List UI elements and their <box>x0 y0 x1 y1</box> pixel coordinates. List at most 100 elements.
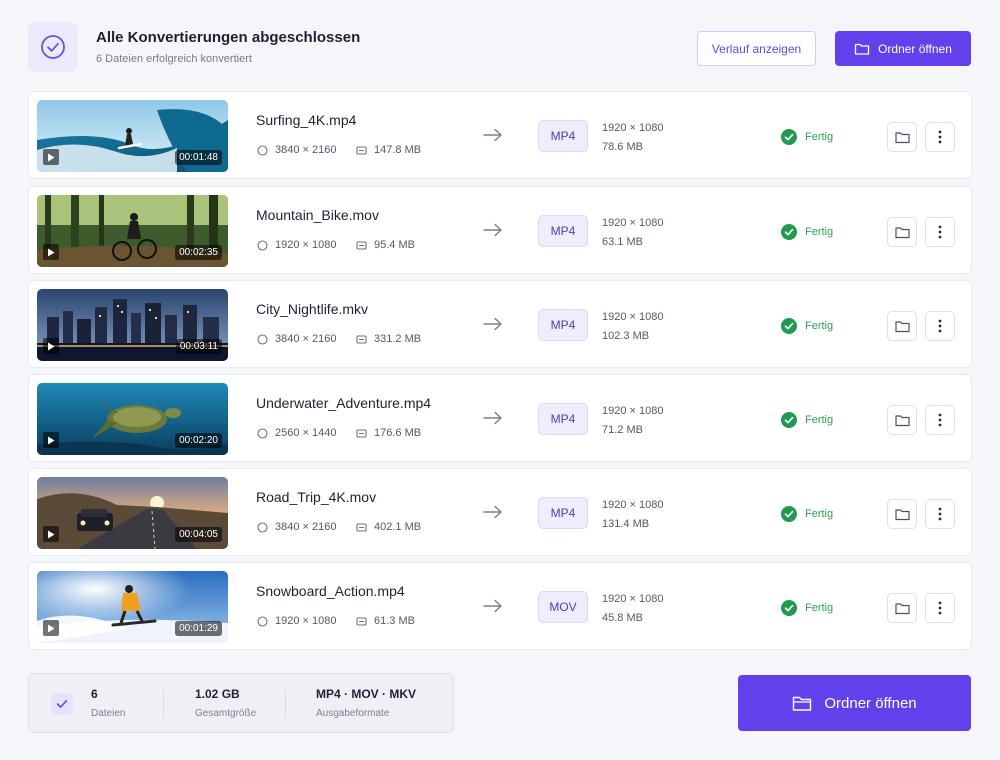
drive-icon <box>356 145 367 155</box>
circle-icon <box>257 521 268 533</box>
check-circle-icon <box>781 506 797 522</box>
open-file-folder-button[interactable] <box>887 499 917 529</box>
play-button[interactable] <box>43 244 59 260</box>
source-resolution: 3840 × 2160 <box>257 521 336 533</box>
source-resolution: 3840 × 2160 <box>257 333 336 345</box>
more-options-button[interactable] <box>925 311 955 341</box>
folder-icon <box>854 43 870 55</box>
play-icon <box>48 624 55 632</box>
more-options-button[interactable] <box>925 405 955 435</box>
output-resolution: 1920 × 1080 <box>602 593 664 605</box>
source-resolution-value: 1920 × 1080 <box>275 239 337 251</box>
file-name: Snowboard_Action.mp4 <box>256 583 405 599</box>
video-thumbnail[interactable]: 00:02:35 <box>37 195 228 267</box>
summary-formats: MP4 · MOV · MKV Ausgabeformate <box>316 687 416 719</box>
drive-icon <box>356 428 367 438</box>
total-size-label: Gesamtgröße <box>195 708 257 719</box>
play-icon <box>48 530 55 538</box>
more-options-button[interactable] <box>925 122 955 152</box>
check-circle-icon <box>41 35 65 59</box>
video-thumbnail[interactable]: 00:01:48 <box>37 100 228 172</box>
source-size: 331.2 MB <box>356 333 421 345</box>
file-count-label: Dateien <box>91 708 126 719</box>
video-thumbnail[interactable]: 00:03:11 <box>37 289 228 361</box>
file-row: 00:04:05 Road_Trip_4K.mov 3840 × 2160 40… <box>28 468 972 556</box>
output-formats-label: Ausgabeformate <box>316 708 390 719</box>
play-button[interactable] <box>43 620 59 636</box>
file-row: 00:02:20 Underwater_Adventure.mp4 2560 ×… <box>28 374 972 462</box>
circle-icon <box>257 427 268 439</box>
source-resolution-value: 2560 × 1440 <box>275 427 337 439</box>
source-size-value: 176.6 MB <box>374 427 422 439</box>
status-text: Fertig <box>805 320 834 332</box>
drive-icon <box>356 522 367 532</box>
open-file-folder-button[interactable] <box>887 122 917 152</box>
more-vertical-icon <box>938 507 942 521</box>
more-vertical-icon <box>938 413 942 427</box>
play-button[interactable] <box>43 338 59 354</box>
status-badge: Fertig <box>781 412 833 428</box>
open-file-folder-button[interactable] <box>887 311 917 341</box>
open-folder-primary-button[interactable]: Ordner öffnen <box>738 675 971 731</box>
play-icon <box>48 153 55 161</box>
file-name: Surfing_4K.mp4 <box>256 112 357 128</box>
summary-count: 6 Dateien <box>91 687 125 719</box>
video-duration: 00:03:11 <box>175 339 222 354</box>
circle-icon <box>257 239 268 251</box>
open-file-folder-button[interactable] <box>887 405 917 435</box>
output-format-badge: MP4 <box>538 120 588 152</box>
success-badge <box>28 22 78 72</box>
arrow-right-icon <box>483 128 502 142</box>
status-text: Fertig <box>805 131 834 143</box>
output-size: 45.8 MB <box>602 612 643 624</box>
more-options-button[interactable] <box>925 217 955 247</box>
output-formats-value: MP4 · MOV · MKV <box>316 687 417 701</box>
output-resolution: 1920 × 1080 <box>602 499 664 511</box>
video-thumbnail[interactable]: 00:02:20 <box>37 383 228 455</box>
arrow-right-icon <box>483 223 502 237</box>
play-button[interactable] <box>43 432 59 448</box>
more-options-button[interactable] <box>925 593 955 623</box>
output-size: 131.4 MB <box>602 518 650 530</box>
play-button[interactable] <box>43 149 59 165</box>
source-size: 61.3 MB <box>356 615 415 627</box>
open-folder-button[interactable]: Ordner öffnen <box>835 31 971 66</box>
circle-icon <box>257 333 268 345</box>
show-history-button[interactable]: Verlauf anzeigen <box>697 31 816 66</box>
source-size: 176.6 MB <box>356 427 421 439</box>
divider <box>285 690 286 718</box>
page-subtitle: 6 Dateien erfolgreich konvertiert <box>96 53 252 65</box>
output-size: 63.1 MB <box>602 236 643 248</box>
video-thumbnail[interactable]: 00:01:29 <box>37 571 228 643</box>
video-thumbnail[interactable]: 00:04:05 <box>37 477 228 549</box>
source-size-value: 95.4 MB <box>374 239 415 251</box>
video-duration: 00:01:48 <box>175 150 222 165</box>
output-format-badge: MP4 <box>538 309 588 341</box>
output-resolution: 1920 × 1080 <box>602 217 664 229</box>
output-format-badge: MP4 <box>538 403 588 435</box>
play-button[interactable] <box>43 526 59 542</box>
output-format-badge: MOV <box>538 591 588 623</box>
more-options-button[interactable] <box>925 499 955 529</box>
header: Alle Konvertierungen abgeschlossen 6 Dat… <box>28 22 972 74</box>
output-resolution: 1920 × 1080 <box>602 122 664 134</box>
source-size: 147.8 MB <box>356 144 421 156</box>
file-row: 00:03:11 City_Nightlife.mkv 3840 × 2160 … <box>28 280 972 368</box>
status-badge: Fertig <box>781 224 833 240</box>
summary-panel: 6 Dateien 1.02 GB Gesamtgröße MP4 · MOV … <box>28 673 454 733</box>
source-size-value: 61.3 MB <box>374 615 415 627</box>
output-format-badge: MP4 <box>538 497 588 529</box>
more-vertical-icon <box>938 319 942 333</box>
open-file-folder-button[interactable] <box>887 593 917 623</box>
video-duration: 00:04:05 <box>175 527 222 542</box>
output-size: 102.3 MB <box>602 330 650 342</box>
arrow-right-icon <box>483 505 502 519</box>
summary-size: 1.02 GB Gesamtgröße <box>195 687 256 719</box>
more-vertical-icon <box>938 130 942 144</box>
open-file-folder-button[interactable] <box>887 217 917 247</box>
output-size: 71.2 MB <box>602 424 643 436</box>
file-name: Road_Trip_4K.mov <box>256 489 377 505</box>
status-text: Fertig <box>805 602 834 614</box>
status-badge: Fertig <box>781 129 833 145</box>
drive-icon <box>356 616 367 626</box>
